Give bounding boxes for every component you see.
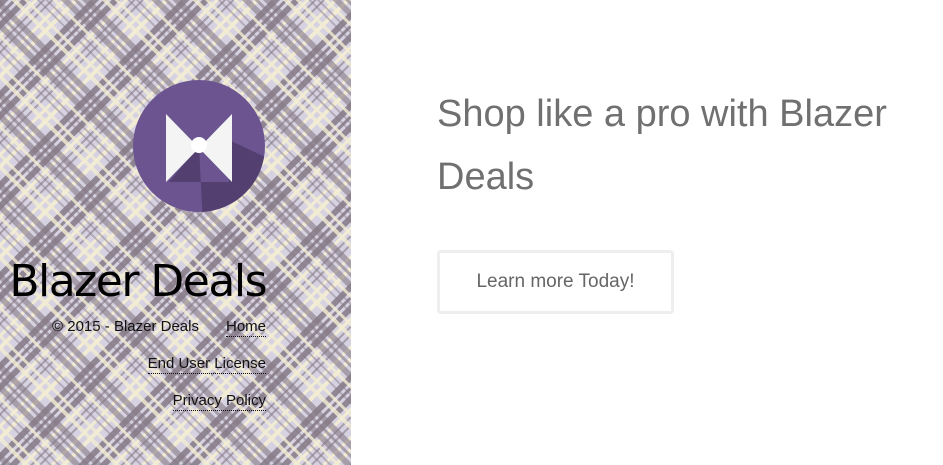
footer-row-eula: End User License: [147, 354, 266, 374]
copyright-text: © 2015 - Blazer Deals: [52, 318, 199, 335]
footer-row-home: © 2015 - Blazer Deals Home: [52, 317, 266, 337]
learn-more-button[interactable]: Learn more Today!: [437, 250, 674, 314]
bow-tie-icon: [133, 80, 265, 212]
end-user-license-link[interactable]: End User License: [147, 355, 266, 374]
sidebar: Blazer Deals © 2015 - Blazer Deals Home E…: [0, 0, 351, 465]
privacy-policy-link[interactable]: Privacy Policy: [172, 392, 266, 411]
main-content: Shop like a pro with Blazer Deals Learn …: [351, 0, 943, 465]
site-title: Blazer Deals: [9, 256, 267, 307]
footer-row-privacy: Privacy Policy: [172, 391, 266, 411]
home-link[interactable]: Home: [225, 318, 266, 337]
hero-headline: Shop like a pro with Blazer Deals: [437, 93, 887, 198]
